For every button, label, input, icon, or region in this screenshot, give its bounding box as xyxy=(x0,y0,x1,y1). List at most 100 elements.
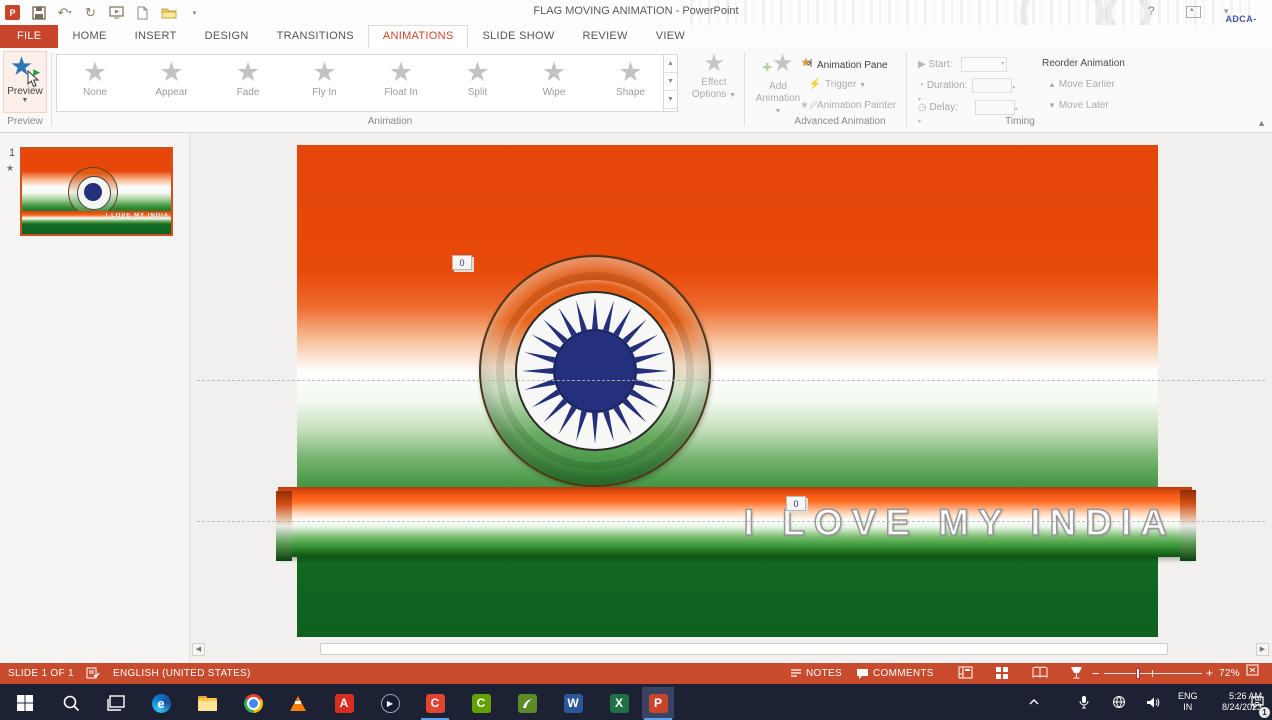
ribbon-display-options-icon[interactable] xyxy=(1186,5,1201,18)
language-tray-indicator[interactable]: ENG IN xyxy=(1178,684,1198,720)
animation-label: Shape xyxy=(616,87,645,98)
tab-review[interactable]: REVIEW xyxy=(569,25,642,48)
language-indicator[interactable]: ENGLISH (UNITED STATES) xyxy=(113,663,251,684)
animation-gallery-item-wipe[interactable]: ★ Wipe xyxy=(520,57,588,111)
windows-taskbar: e A ▶ C C W X P ENG IN 5:26 AM 8/24/2023 1 xyxy=(0,684,1272,720)
action-center-icon[interactable]: 1 xyxy=(1250,684,1270,720)
title-bar: P ↶ ▾ ↻ ▾ FLAG MOVING ANIMATION - PowerPoint… xyxy=(0,0,1272,56)
tab-design[interactable]: DESIGN xyxy=(191,25,263,48)
animation-gallery-item-appear[interactable]: ★ Appear xyxy=(138,57,206,111)
animation-painter-icon: ★🖉 xyxy=(800,100,818,111)
animation-star-icon: ★ xyxy=(541,57,567,87)
zoom-slider[interactable] xyxy=(1104,668,1202,679)
animation-gallery-item-shape[interactable]: ★ Shape xyxy=(597,57,665,111)
start-slideshow-icon[interactable] xyxy=(108,4,125,21)
horizontal-guide[interactable] xyxy=(197,380,1265,381)
ashoka-chakra-shape[interactable] xyxy=(479,255,711,487)
banner-bar-shape[interactable]: I LOVE MY INDIA xyxy=(276,487,1196,561)
powerpoint-window: P ↶ ▾ ↻ ▾ FLAG MOVING ANIMATION - PowerPoint… xyxy=(0,0,1272,720)
tab-file[interactable]: FILE xyxy=(0,25,59,48)
tab-view[interactable]: VIEW xyxy=(642,25,699,48)
tab-home[interactable]: HOME xyxy=(58,25,120,48)
microphone-icon[interactable] xyxy=(1078,684,1090,720)
camtasia-taskbar-icon[interactable]: C xyxy=(421,690,449,720)
qat-more-icon[interactable]: ▾ xyxy=(186,4,203,21)
tab-transitions[interactable]: TRANSITIONS xyxy=(263,25,368,48)
notes-button[interactable]: NOTES xyxy=(790,663,842,684)
move-later-icon: ▼ xyxy=(1048,101,1056,110)
spellcheck-icon[interactable] xyxy=(86,663,104,684)
excel-taskbar-icon[interactable]: X xyxy=(606,690,632,716)
help-icon[interactable]: ? xyxy=(1148,4,1155,18)
save-icon[interactable] xyxy=(30,4,47,21)
animation-gallery-item-fade[interactable]: ★ Fade xyxy=(214,57,282,111)
redo-icon[interactable]: ↻ xyxy=(82,4,99,21)
zoom-in-icon[interactable]: + xyxy=(1206,663,1213,684)
gallery-more-icon[interactable]: ▼ xyxy=(664,91,677,109)
trigger-button[interactable]: ⚡ Trigger ▼ xyxy=(808,79,866,90)
gallery-scroll-down-icon[interactable]: ▼ xyxy=(664,73,677,91)
animation-order-badge[interactable]: 0 xyxy=(786,496,806,511)
animation-gallery-item-none[interactable]: ★ None xyxy=(61,57,129,111)
new-document-icon[interactable] xyxy=(134,4,151,21)
open-folder-icon[interactable] xyxy=(160,4,177,21)
effect-options-button[interactable]: ★ Effect Options ▼ xyxy=(688,51,740,115)
tab-slide-show[interactable]: SLIDE SHOW xyxy=(468,25,568,48)
fit-slide-icon[interactable] xyxy=(1246,663,1259,684)
move-earlier-button[interactable]: ▲ Move Earlier xyxy=(1048,79,1115,90)
camtasia-green-taskbar-icon[interactable]: C xyxy=(468,690,494,716)
undo-icon[interactable]: ↶ ▾ xyxy=(56,4,73,21)
animation-gallery-item-float-in[interactable]: ★ Float In xyxy=(367,57,435,111)
snagit-taskbar-icon[interactable] xyxy=(514,690,540,716)
scrollbar-thumb[interactable] xyxy=(320,643,1168,655)
collapse-ribbon-icon[interactable]: ▲ xyxy=(1257,118,1266,128)
kmplayer-taskbar-icon[interactable]: ▶ xyxy=(377,690,403,716)
thumbnail-chakra xyxy=(68,167,118,217)
speaker-icon[interactable] xyxy=(1146,684,1160,720)
start-field[interactable]: ▶ Start: ▾ xyxy=(918,57,1008,72)
powerpoint-logo-icon[interactable]: P xyxy=(4,4,21,21)
tray-chevron-icon[interactable] xyxy=(1028,684,1040,720)
zoom-percentage[interactable]: 72% xyxy=(1219,663,1240,684)
gallery-scrollbar[interactable]: ▲ ▼ ▼ xyxy=(663,55,677,111)
powerpoint-taskbar-icon[interactable]: P xyxy=(644,690,672,720)
move-later-button[interactable]: ▼ Move Later xyxy=(1048,100,1109,111)
gallery-scroll-up-icon[interactable]: ▲ xyxy=(664,55,677,73)
network-icon[interactable] xyxy=(1112,684,1126,720)
tab-insert[interactable]: INSERT xyxy=(121,25,191,48)
animation-order-badge[interactable]: 0 xyxy=(452,255,472,270)
animation-gallery-item-split[interactable]: ★ Split xyxy=(444,57,512,111)
horizontal-scrollbar[interactable]: ◀ ▶ xyxy=(190,642,1272,657)
scroll-right-icon[interactable]: ▶ xyxy=(1256,643,1269,656)
slide-indicator[interactable]: SLIDE 1 OF 1 xyxy=(8,663,74,684)
tab-animations[interactable]: ANIMATIONS xyxy=(367,25,469,48)
edge-taskbar-icon[interactable]: e xyxy=(148,690,174,716)
add-animation-button[interactable]: ✚★ Add Animation ▼ xyxy=(752,51,804,116)
zoom-slider-thumb[interactable] xyxy=(1136,668,1140,679)
animation-label: None xyxy=(83,87,107,98)
preview-dropdown-icon[interactable]: ▼ xyxy=(4,97,46,104)
task-view-taskbar-icon[interactable] xyxy=(103,690,129,716)
chrome-taskbar-icon[interactable] xyxy=(240,690,266,716)
india-flag-background[interactable] xyxy=(297,145,1158,637)
window-title: FLAG MOVING ANIMATION - PowerPoint xyxy=(533,5,739,17)
word-taskbar-icon[interactable]: W xyxy=(560,690,586,716)
trigger-icon: ⚡ xyxy=(808,79,822,90)
animation-painter-button[interactable]: ★🖉Animation Painter xyxy=(800,100,896,114)
search-taskbar-icon[interactable] xyxy=(58,690,84,716)
animation-pane-button[interactable]: Animation Pane xyxy=(800,57,888,71)
zoom-out-icon[interactable]: − xyxy=(1092,663,1100,684)
comments-button[interactable]: COMMENTS xyxy=(856,663,934,684)
animation-label: Float In xyxy=(384,87,418,98)
vlc-taskbar-icon[interactable] xyxy=(285,690,311,716)
thumbnail-flag: I LOVE MY INDIA xyxy=(22,149,171,234)
start-taskbar-icon[interactable] xyxy=(12,690,38,716)
file-explorer-taskbar-icon[interactable] xyxy=(194,690,220,716)
horizontal-guide[interactable] xyxy=(197,521,1265,522)
animation-label: Fly In xyxy=(312,87,337,98)
animation-gallery-item-fly-in[interactable]: ★ Fly In xyxy=(291,57,359,111)
slide-canvas[interactable]: I LOVE MY INDIA 0 0 ◀ ▶ xyxy=(190,133,1272,663)
scroll-left-icon[interactable]: ◀ xyxy=(192,643,205,656)
adobe-reader-taskbar-icon[interactable]: A xyxy=(331,690,357,716)
slide-thumbnail[interactable]: I LOVE MY INDIA xyxy=(20,147,173,236)
